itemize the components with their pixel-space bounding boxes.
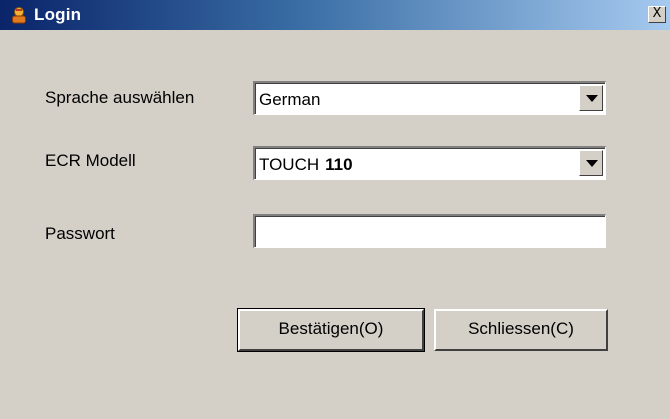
language-select[interactable]: German [253, 81, 606, 115]
confirm-button[interactable]: Bestätigen(O) [237, 308, 425, 352]
language-label: Sprache auswählen [45, 88, 195, 107]
password-label: Passwort [45, 224, 115, 243]
model-value-name: TOUCH [259, 155, 320, 174]
password-field[interactable] [253, 214, 606, 248]
chevron-down-icon[interactable] [579, 85, 603, 111]
login-person-icon [12, 7, 26, 24]
chevron-down-icon[interactable] [579, 150, 603, 176]
close-button[interactable]: X [648, 6, 666, 23]
login-dialog: Login X Sprache auswählen German ECR Mod… [0, 0, 670, 419]
window-title: Login [34, 5, 82, 24]
model-select[interactable]: TOUCH 110 [253, 146, 606, 180]
close-icon: X [652, 6, 662, 21]
title-bar[interactable]: Login X [0, 0, 670, 30]
model-value: TOUCH 110 [259, 155, 353, 175]
close-dialog-button[interactable]: Schliessen(C) [434, 309, 608, 351]
language-value: German [259, 90, 321, 109]
model-label: ECR Modell [45, 151, 136, 170]
model-value-number: 110 [325, 155, 353, 174]
